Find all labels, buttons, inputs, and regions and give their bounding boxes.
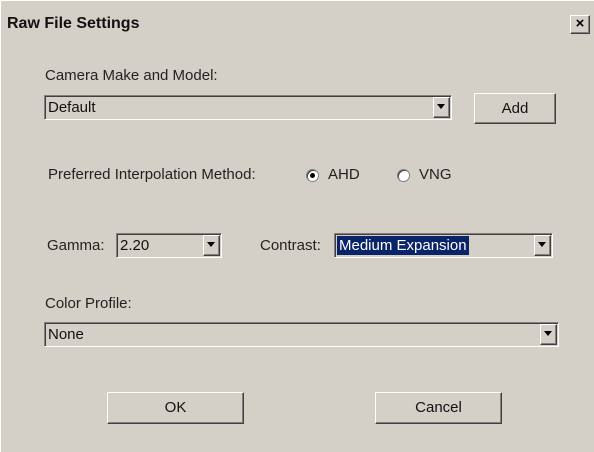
dialog-title: Raw File Settings [7,15,140,32]
camera-model-label: Camera Make and Model: [45,67,218,84]
chevron-down-icon[interactable] [203,235,220,256]
close-icon: × [575,15,585,32]
contrast-value: Medium Expansion [337,236,469,255]
color-profile-value: None [48,326,84,343]
close-button[interactable]: × [570,15,590,34]
color-profile-label: Color Profile: [45,295,132,312]
chevron-down-icon[interactable] [433,97,450,118]
radio-vng[interactable] [397,169,410,182]
camera-model-value: Default [48,99,96,116]
contrast-select[interactable]: Medium Expansion [334,233,553,258]
gamma-label: Gamma: [47,237,105,254]
radio-ahd-label[interactable]: AHD [328,166,360,183]
ok-button[interactable]: OK [107,392,244,424]
radio-vng-label[interactable]: VNG [419,166,452,183]
radio-ahd[interactable] [306,169,319,182]
chevron-down-icon[interactable] [534,235,551,256]
camera-model-select[interactable]: Default [44,95,452,120]
contrast-label: Contrast: [260,237,321,254]
add-button[interactable]: Add [474,93,556,124]
gamma-select[interactable]: 2.20 [116,233,222,258]
gamma-value: 2.20 [120,237,150,254]
raw-file-settings-dialog: Raw File Settings × Camera Make and Mode… [0,0,594,452]
title-bar[interactable]: Raw File Settings × [1,1,594,41]
interpolation-label: Preferred Interpolation Method: [48,166,256,183]
chevron-down-icon[interactable] [540,324,557,345]
color-profile-select[interactable]: None [44,322,559,347]
cancel-button[interactable]: Cancel [375,392,502,424]
